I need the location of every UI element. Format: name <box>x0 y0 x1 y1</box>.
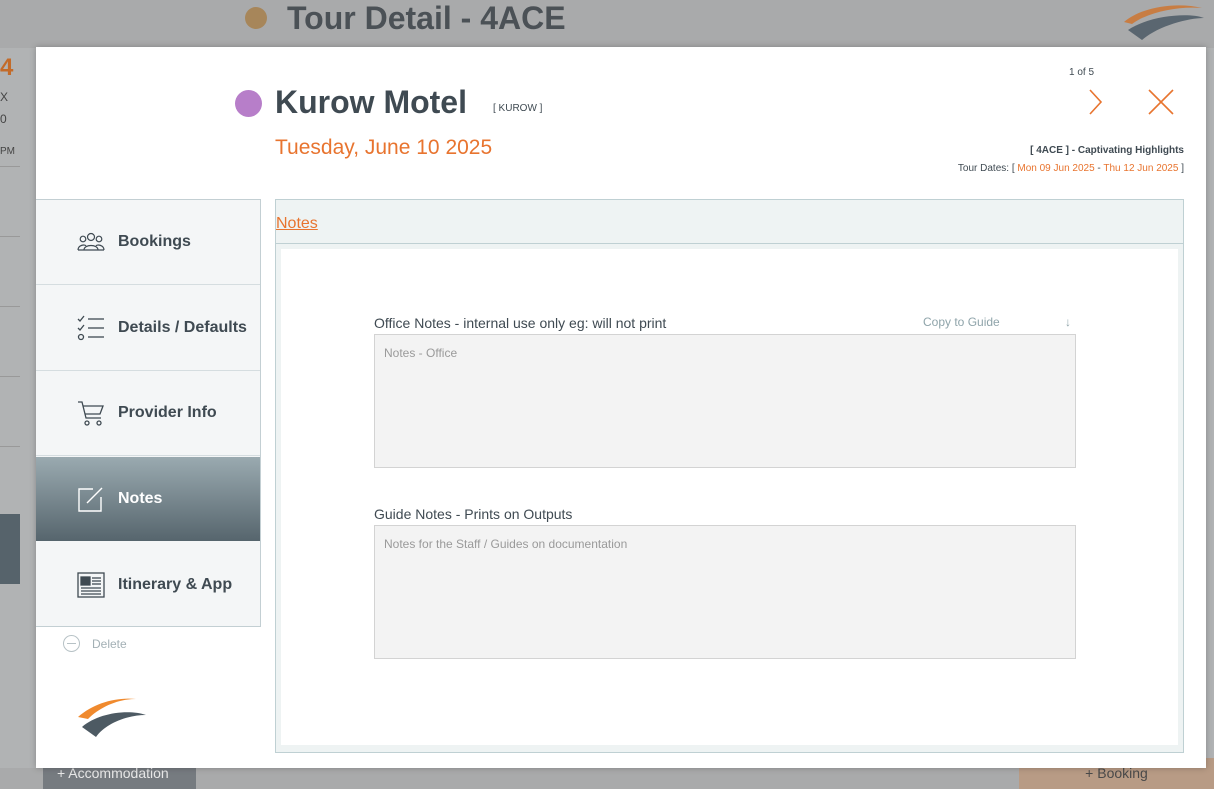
provider-code: [ KUROW ] <box>493 103 543 114</box>
nav-label-provider-info: Provider Info <box>118 404 217 421</box>
bg-fragment-pm: PM <box>0 146 15 157</box>
nav-label-details-defaults: Details / Defaults <box>118 319 247 336</box>
provider-modal: Kurow Motel [ KUROW ] Tuesday, June 10 2… <box>36 47 1206 768</box>
edit-note-icon <box>76 484 106 514</box>
delete-label: Delete <box>92 636 127 651</box>
checklist-icon <box>76 313 106 343</box>
bg-active-block <box>0 514 20 584</box>
notes-panel: Notes Office Notes - internal use only e… <box>275 199 1184 753</box>
copy-to-guide-button[interactable]: Copy to Guide <box>923 315 1000 329</box>
bg-fragment-count: 4 <box>0 54 14 81</box>
office-notes-input[interactable] <box>374 334 1076 468</box>
close-icon <box>1148 89 1174 115</box>
nav-item-itinerary-app[interactable]: Itinerary & App <box>36 542 260 627</box>
close-button[interactable] <box>1146 87 1176 117</box>
tour-end-date: Thu 12 Jun 2025 <box>1103 163 1179 174</box>
people-icon <box>76 227 106 257</box>
newspaper-icon <box>76 570 106 600</box>
notes-panel-title[interactable]: Notes <box>276 215 318 233</box>
arrow-down-icon[interactable]: ↓ <box>1065 315 1071 329</box>
bg-status-dot <box>245 7 267 29</box>
guide-notes-label: Guide Notes - Prints on Outputs <box>374 506 573 522</box>
bg-fragment-x: X <box>0 90 9 104</box>
tour-dates-prefix: Tour Dates: [ <box>957 163 1018 174</box>
bg-page-title: Tour Detail - 4ACE <box>287 0 566 36</box>
tour-dates: Tour Dates: [ Mon 09 Jun 2025 - Thu 12 J… <box>958 163 1184 174</box>
provider-status-dot <box>235 90 262 117</box>
side-nav: Bookings Details / Defaults Provider Inf… <box>36 199 261 627</box>
nav-label-bookings: Bookings <box>118 233 191 250</box>
bg-divider <box>0 236 20 237</box>
office-notes-label: Office Notes - internal use only eg: wil… <box>374 315 667 331</box>
bg-divider <box>0 376 20 377</box>
pager-count: 1 of 5 <box>1069 67 1095 78</box>
bg-divider <box>0 166 20 167</box>
bg-fragment-zero: 0 <box>0 112 7 126</box>
chevron-right-icon <box>1089 89 1103 115</box>
nav-item-notes[interactable]: Notes <box>36 457 260 541</box>
company-logo-icon <box>78 698 146 737</box>
notes-panel-header: Notes <box>276 200 1183 244</box>
delete-button[interactable]: Delete <box>63 635 127 652</box>
bg-left-panel: 4 X 0 PM <box>0 48 36 768</box>
notes-panel-body: Office Notes - internal use only eg: wil… <box>281 249 1178 745</box>
nav-item-provider-info[interactable]: Provider Info <box>36 371 260 456</box>
minus-circle-icon <box>63 635 80 652</box>
bg-right-panel <box>1206 48 1214 768</box>
nav-label-notes: Notes <box>118 490 163 507</box>
bg-logo-icon <box>1124 5 1204 41</box>
cart-icon <box>76 398 106 428</box>
tour-name: [ 4ACE ] - Captivating Highlights <box>1030 145 1184 156</box>
provider-name: Kurow Motel <box>275 84 467 120</box>
bg-divider <box>0 306 20 307</box>
tour-dates-suffix: ] <box>1178 163 1184 174</box>
next-button[interactable] <box>1085 87 1105 117</box>
guide-notes-input[interactable] <box>374 525 1076 659</box>
nav-label-itinerary-app: Itinerary & App <box>118 575 233 593</box>
bg-divider <box>0 446 20 447</box>
service-date: Tuesday, June 10 2025 <box>275 136 493 159</box>
nav-item-bookings[interactable]: Bookings <box>36 200 260 285</box>
nav-item-details-defaults[interactable]: Details / Defaults <box>36 286 260 371</box>
tour-start-date: Mon 09 Jun 2025 <box>1017 163 1095 174</box>
